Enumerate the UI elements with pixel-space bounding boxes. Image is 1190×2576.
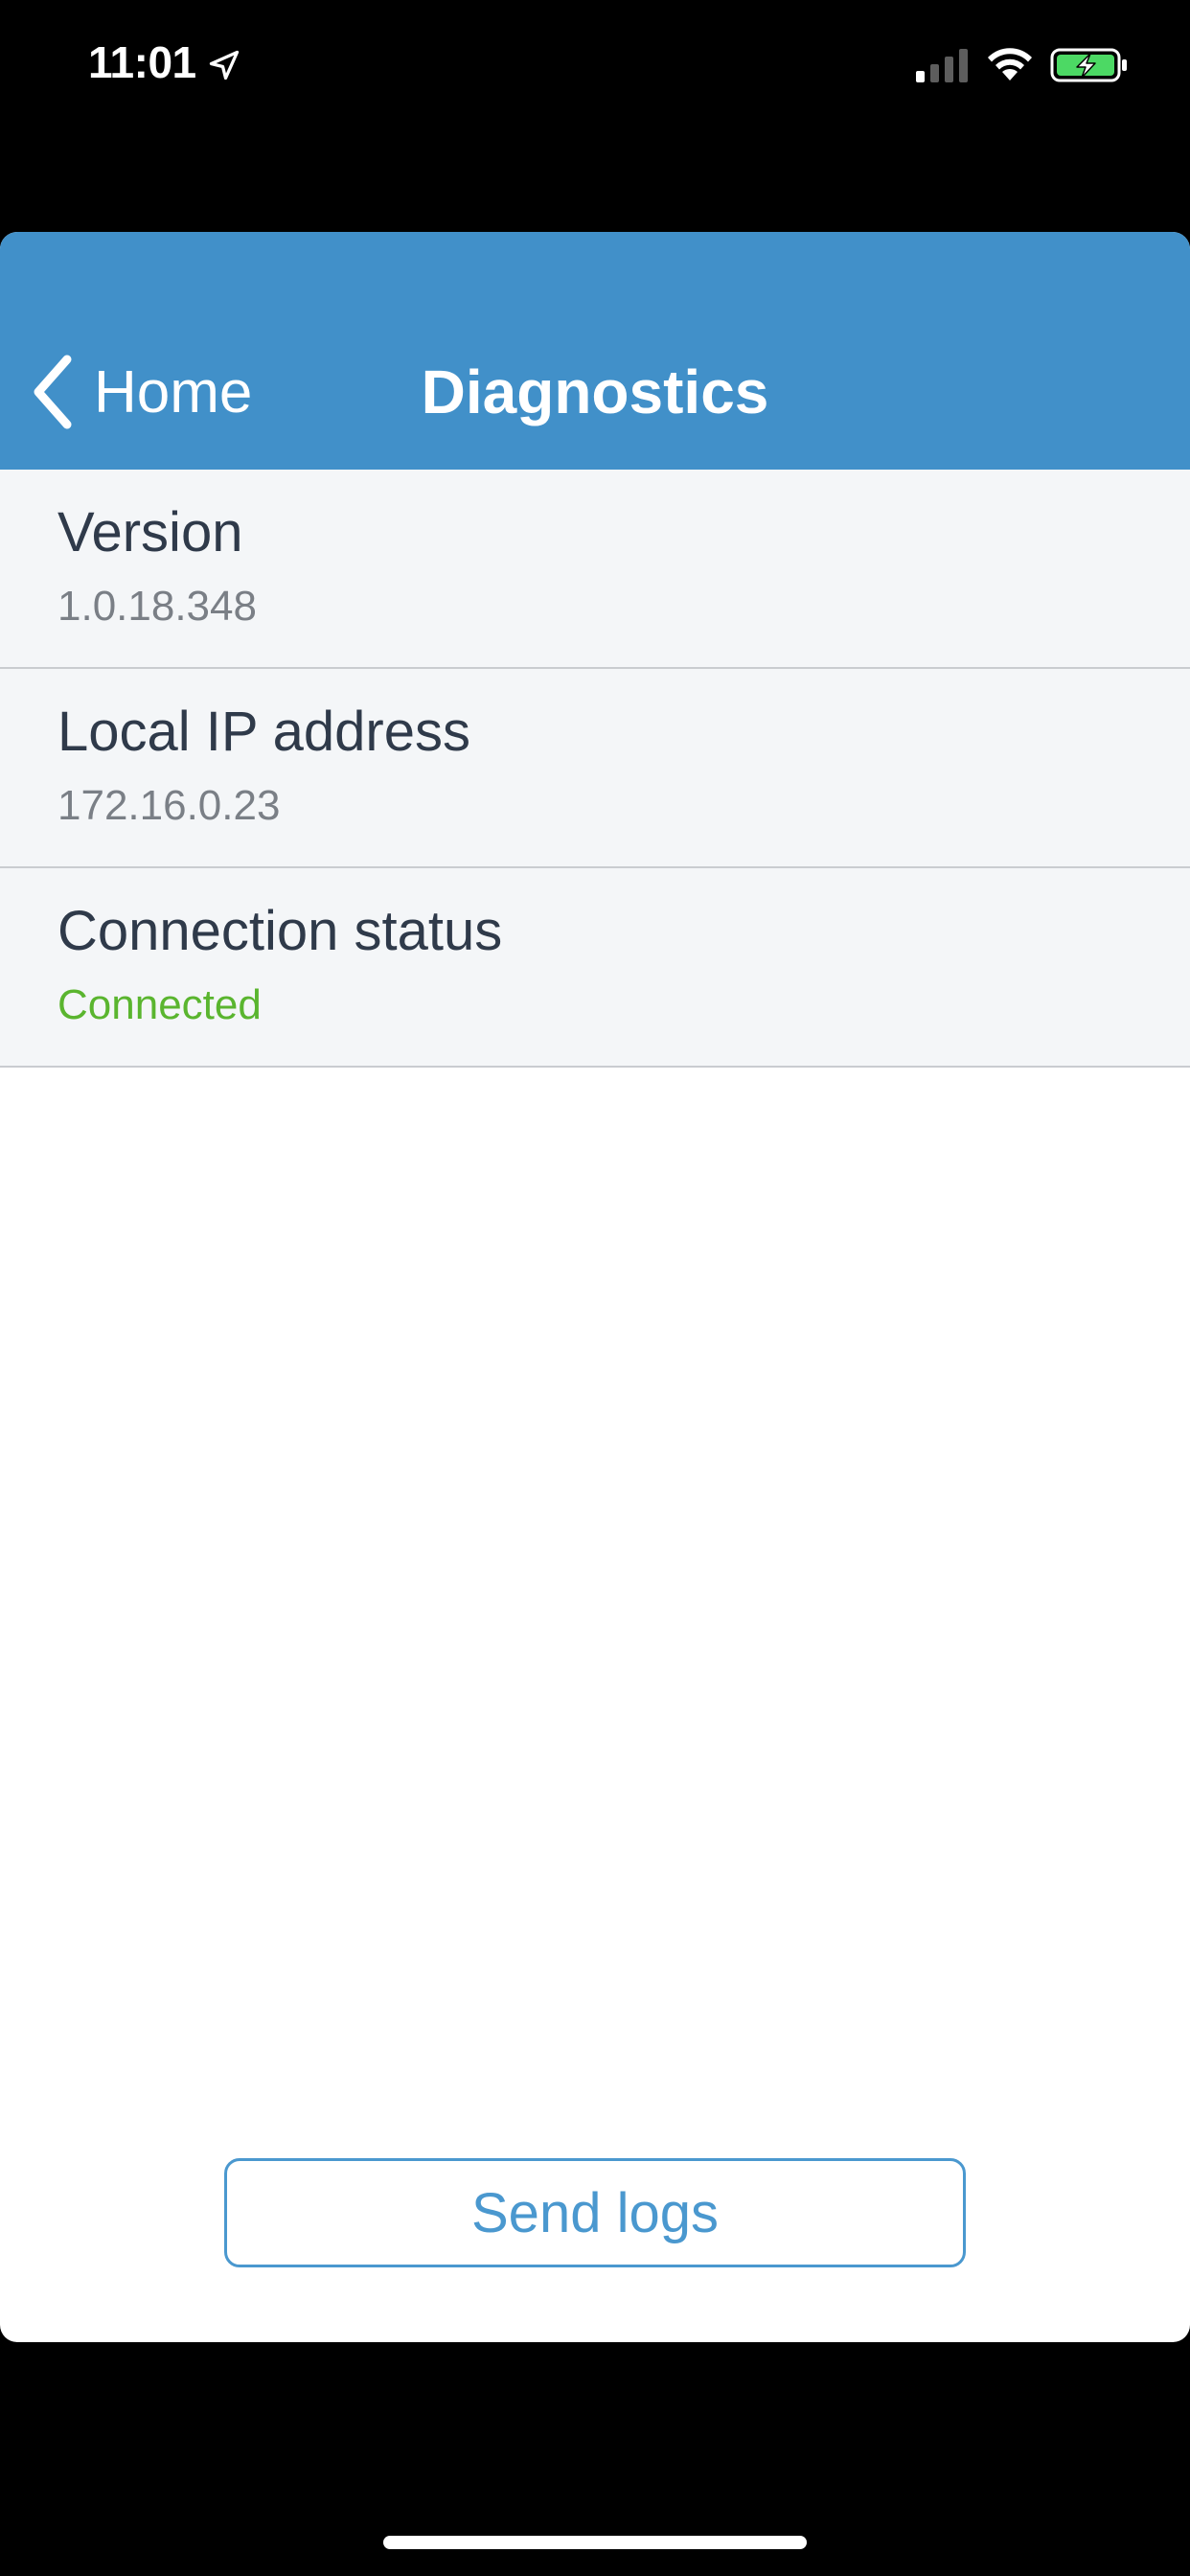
nav-bar: Home Diagnostics [0, 232, 1190, 470]
diagnostics-card: Home Diagnostics Version 1.0.18.348 Loca… [0, 232, 1190, 2342]
diagnostics-list: Version 1.0.18.348 Local IP address 172.… [0, 470, 1190, 1068]
list-item-version: Version 1.0.18.348 [0, 470, 1190, 669]
status-time: 11:01 [88, 37, 196, 87]
cellular-signal-icon [916, 49, 968, 82]
location-arrow-icon [209, 50, 240, 80]
connection-status-value: Connected [57, 981, 262, 1028]
send-logs-button[interactable]: Send logs [224, 2158, 966, 2267]
row-value: 172.16.0.23 [57, 782, 281, 829]
status-bar: 11:01 [0, 0, 1190, 134]
list-item-local-ip: Local IP address 172.16.0.23 [0, 669, 1190, 868]
row-label: Version [57, 501, 243, 564]
wifi-icon [988, 48, 1032, 80]
home-indicator[interactable] [383, 2536, 807, 2549]
list-item-connection-status: Connection status Connected [0, 868, 1190, 1068]
screen: 11:01 Home Diagnostics Version 1.0.18.34… [0, 0, 1190, 2576]
row-value: 1.0.18.348 [57, 583, 257, 630]
page-title: Diagnostics [421, 357, 769, 426]
row-label: Local IP address [57, 701, 470, 763]
battery-charging-icon [1050, 48, 1127, 82]
row-label: Connection status [57, 900, 503, 962]
